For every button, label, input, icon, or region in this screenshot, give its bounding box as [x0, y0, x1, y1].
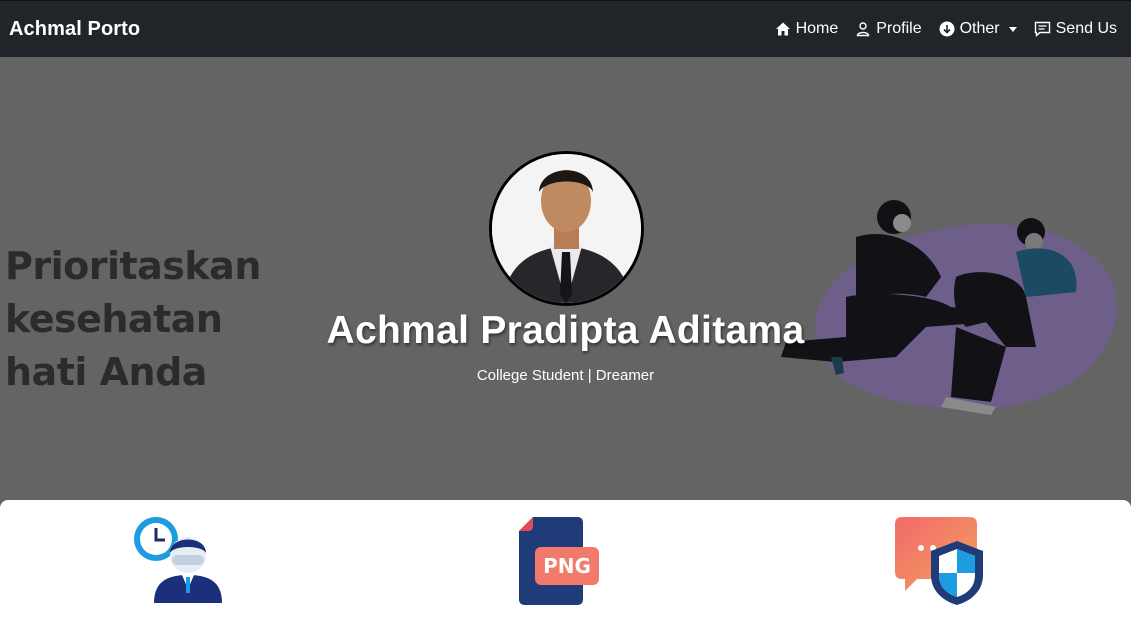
chat-icon [1034, 21, 1050, 37]
top-navbar: Achmal Porto Home Profile Other Send Us [0, 0, 1131, 57]
nav-other-dropdown[interactable]: Other [939, 20, 1017, 38]
arrow-down-circle-icon [939, 21, 955, 37]
features-card: PNG [0, 500, 1131, 643]
nav-home-label: Home [795, 20, 839, 37]
hero-tagline: College Student | Dreamer [476, 367, 655, 384]
chat-shield-security-icon[interactable] [893, 515, 985, 607]
nav-send-us-label: Send Us [1055, 20, 1117, 37]
nav-profile[interactable]: Profile [855, 20, 922, 38]
person-icon [857, 22, 870, 37]
house-icon [775, 22, 790, 36]
navbar-menu: Home Profile Other Send Us [758, 20, 1117, 38]
nav-send-us[interactable]: Send Us [1034, 20, 1117, 38]
chevron-down-icon [1008, 26, 1017, 32]
nav-profile-label: Profile [876, 20, 922, 37]
navbar-brand[interactable]: Achmal Porto [9, 18, 140, 41]
hero-section: Prioritaskan kesehatan hati Anda Achmal … [0, 57, 1131, 517]
profile-photo [489, 151, 644, 306]
nav-home[interactable]: Home [775, 20, 839, 38]
hero-name: Achmal Pradipta Aditama [326, 309, 805, 352]
time-management-person-icon[interactable] [132, 515, 224, 607]
nav-other-label: Other [959, 20, 1000, 37]
profile-portrait-image [492, 154, 641, 303]
svg-text:PNG: PNG [543, 554, 591, 578]
png-file-icon[interactable]: PNG [515, 515, 603, 607]
couple-illustration [781, 200, 1117, 415]
bg-text-line: Prioritaskan [5, 244, 261, 288]
